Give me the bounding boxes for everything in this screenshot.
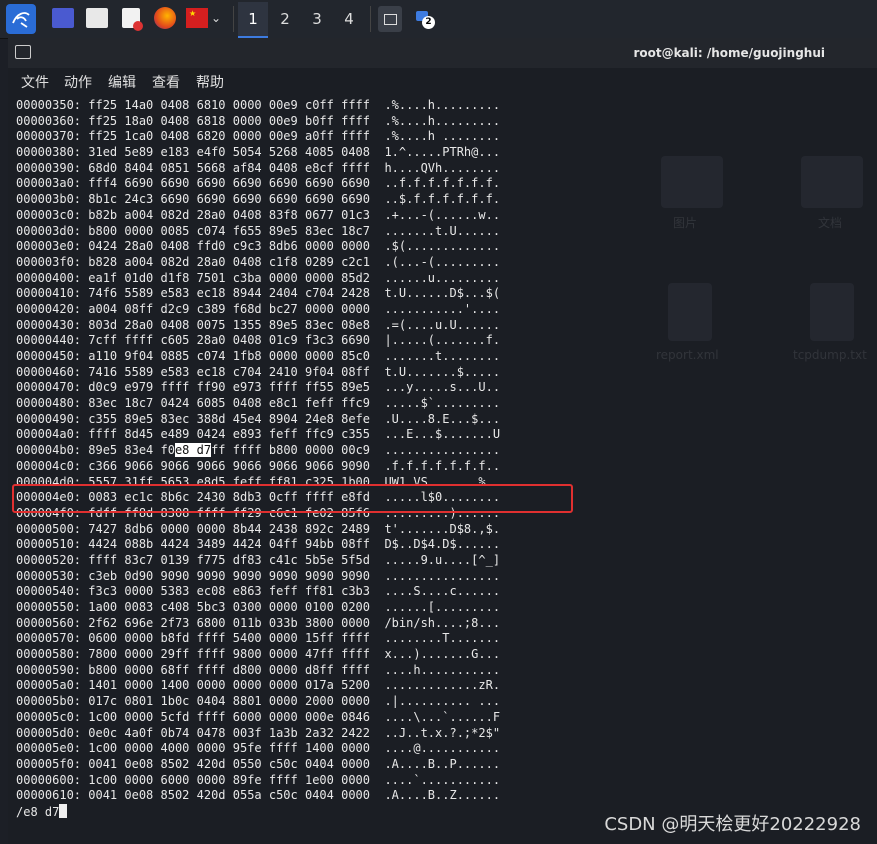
menu-action[interactable]: 动作 [64,72,92,92]
menu-help[interactable]: 帮助 [196,72,224,92]
terminal-icon[interactable] [378,6,402,32]
terminal-line: 00000360: ff25 18a0 0408 6818 0000 00e9 … [16,113,501,128]
terminal-line: 00000380: 31ed 5e89 e183 e4f0 5054 5268 … [16,145,501,160]
terminal-line: 000003e0: 0424 28a0 0408 ffd0 c9c3 8db6 … [16,239,501,254]
terminal-line: 00000540: f3c3 0000 5383 ec08 e863 feff … [16,584,501,599]
terminal-line: 000003a0: fff4 6690 6690 6690 6690 6690 … [16,176,501,191]
highlight-box [12,484,573,513]
menu-view[interactable]: 查看 [152,72,180,92]
terminal-line: 000005f0: 0041 0e08 8502 420d 0550 c50c … [16,756,501,771]
menu-bar: 文件 动作 编辑 查看 帮助 [8,68,877,96]
terminal-line: 00000600: 1c00 0000 6000 0000 89fe ffff … [16,772,501,787]
terminal-line: 00000460: 7416 5589 e583 ec18 c704 2410 … [16,364,501,379]
terminal-line: 00000350: ff25 14a0 0408 6810 0000 00e9 … [16,98,501,112]
network-icon[interactable]: 2 [416,8,435,29]
taskbar: ★ ⌄ 1 2 3 4 2 [0,0,877,39]
firefox-icon[interactable] [154,7,176,29]
terminal-line: 00000490: c355 89e5 83ec 388d 45e4 8904 … [16,411,501,426]
menu-edit[interactable]: 编辑 [108,72,136,92]
terminal-line: 00000420: a004 08ff d2c9 c389 f68d bc27 … [16,301,501,316]
workspace-3[interactable]: 3 [302,2,332,36]
terminal-line: 000003c0: b82b a004 082d 28a0 0408 83f8 … [16,207,501,222]
menu-file[interactable]: 文件 [21,72,49,92]
terminal-line: 000005c0: 1c00 0000 5cfd ffff 6000 0000 … [16,709,501,724]
prompt-text: /e8 d7 [16,804,60,819]
terminal-line: 00000580: 7800 0000 29ff ffff 9800 0000 … [16,647,501,662]
terminal-line: 00000470: d0c9 e979 ffff ff90 e973 ffff … [16,380,501,395]
terminal-line: 00000570: 0600 0000 b8fd ffff 5400 0000 … [16,631,501,646]
terminal-line: 000004a0: ffff 8d45 e489 0424 e893 feff … [16,427,501,442]
kali-menu-icon[interactable] [6,4,36,34]
terminal-line: 000004b0: 89e5 83e4 f0e8 d7ff ffff b800 … [16,443,877,459]
desktop-icon[interactable] [52,8,74,28]
flag-icon[interactable]: ★ [186,8,208,28]
line-prefix: 000004b0: 89e5 83e4 f0 [16,443,175,458]
terminal-line: 00000550: 1a00 0083 c408 5bc3 0300 0000 … [16,600,501,614]
terminal-line: 000004c0: c366 9066 9066 9066 9066 9066 … [16,458,501,473]
terminal-line: 00000370: ff25 1ca0 0408 6820 0000 00e9 … [16,129,501,144]
terminal-line: 00000510: 4424 088b 4424 3489 4424 04ff … [16,537,501,552]
terminal-line: 00000590: b800 0000 68ff ffff d800 0000 … [16,662,501,677]
terminal-line: 00000430: 803d 28a0 0408 0075 1355 89e5 … [16,317,501,332]
chevron-down-icon[interactable]: ⌄ [211,8,225,28]
workspace-1[interactable]: 1 [238,2,268,38]
line-suffix: ff ffff b800 0000 00c9 ................ [211,443,501,458]
file-manager-icon[interactable] [86,8,108,28]
taskbar-separator [370,6,371,32]
window-title: root@kali: /home/guojinghui [633,46,825,60]
terminal-line: 00000610: 0041 0e08 8502 420d 055a c50c … [16,788,501,803]
notification-badge: 2 [422,16,435,29]
terminal-line: 000005e0: 1c00 0000 4000 0000 95fe ffff … [16,741,501,756]
terminal-line: 00000440: 7cff ffff c605 28a0 0408 01c9 … [16,333,501,348]
taskbar-separator [233,6,234,32]
terminal-line: 000005b0: 017c 0801 1b0c 0404 8801 0000 … [16,694,501,709]
terminal-line: 00000410: 74f6 5589 e583 ec18 8944 2404 … [16,286,501,301]
terminal-output[interactable]: 00000350: ff25 14a0 0408 6810 0000 00e9 … [16,98,877,844]
terminal-icon [15,45,31,59]
terminal-line: 00000400: ea1f 01d0 d1f8 7501 c3ba 0000 … [16,270,501,285]
text-editor-icon[interactable] [122,8,143,31]
terminal-line: 000005d0: 0e0c 4a0f 0b74 0478 003f 1a3b … [16,725,501,740]
terminal-line: 000005a0: 1401 0000 1400 0000 0000 0000 … [16,678,501,693]
terminal-line: 00000480: 83ec 18c7 0424 6085 0408 e8c1 … [16,396,501,411]
terminal-line: 00000500: 7427 8db6 0000 0000 8b44 2438 … [16,521,501,536]
workspace-2[interactable]: 2 [270,2,300,36]
terminal-line: 00000530: c3eb 0d90 9090 9090 9090 9090 … [16,568,501,583]
window-titlebar[interactable]: root@kali: /home/guojinghui [8,38,877,68]
terminal-line: 00000560: 2f62 696e 2f73 6800 011b 033b … [16,615,501,630]
terminal-line: 000003d0: b800 0000 0085 c074 f655 89e5 … [16,223,501,238]
search-match: e8 d7 [174,443,212,458]
watermark: CSDN @明天桧更好20222928 [604,814,861,835]
terminal-line: 00000450: a110 9f04 0885 c074 1fb8 0000 … [16,349,501,363]
cursor [59,803,68,818]
terminal-line: 000003f0: b828 a004 082d 28a0 0408 c1f8 … [16,254,501,269]
terminal-line: 00000520: ffff 83c7 0139 f775 df83 c41c … [16,552,501,567]
terminal-line: 00000390: 68d0 8404 0851 5668 af84 0408 … [16,160,501,175]
workspace-4[interactable]: 4 [334,2,364,36]
terminal-line: 000003b0: 8b1c 24c3 6690 6690 6690 6690 … [16,192,501,207]
terminal-window: 图片 文档 report.xml tcpdump.txt root@kali: … [8,38,877,844]
